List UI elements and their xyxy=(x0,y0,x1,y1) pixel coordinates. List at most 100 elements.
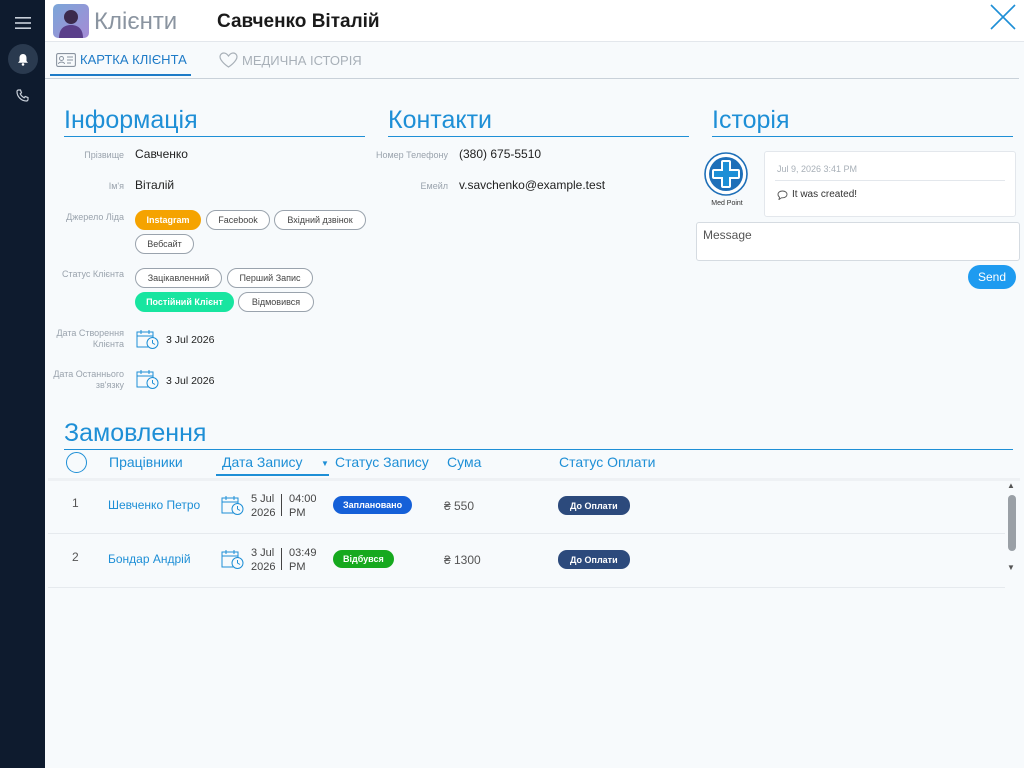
send-button[interactable]: Send xyxy=(968,265,1016,289)
page-title: Клієнти xyxy=(94,8,178,35)
row-worker-link[interactable]: Шевченко Петро xyxy=(108,498,200,512)
lead-source-chip-instagram[interactable]: Instagram xyxy=(135,210,201,230)
row-worker-link[interactable]: Бондар Андрій xyxy=(108,552,191,566)
lead-source-label: Джерело Ліда xyxy=(66,212,124,222)
row-time-value: 03:49 xyxy=(289,547,317,559)
notifications-button[interactable] xyxy=(0,42,45,76)
email-label: Емейл xyxy=(420,181,448,191)
row-date-year: 2026 xyxy=(251,561,276,573)
phone-icon xyxy=(16,88,29,102)
calendar-clock-icon xyxy=(136,370,159,389)
email-value: v.savchenko@example.test xyxy=(459,178,606,192)
column-header-payment-status[interactable]: Статус Оплати xyxy=(559,454,656,470)
calls-button[interactable] xyxy=(0,78,45,112)
divider xyxy=(281,548,282,570)
row-date: 5 Jul 2026 xyxy=(251,492,275,520)
tab-bar: КАРТКА КЛІЄНТА МЕДИЧНА ІСТОРІЯ xyxy=(45,42,1019,79)
payment-status-badge: До Оплати xyxy=(558,496,630,515)
tab-medical-history[interactable]: МЕДИЧНА ІСТОРІЯ xyxy=(219,52,362,68)
menu-button[interactable] xyxy=(0,6,45,40)
column-header-workers[interactable]: Працівники xyxy=(109,454,183,470)
row-time: 04:00 PM xyxy=(289,492,317,520)
sort-desc-icon: ▼ xyxy=(321,459,329,468)
row-time-ampm: PM xyxy=(289,507,306,519)
info-section-title: Інформація xyxy=(64,106,365,137)
table-row[interactable]: 2 Бондар Андрій 3 Jul 2026 03:49 PM Відб… xyxy=(48,535,1005,588)
divider xyxy=(281,494,282,516)
surname-label: Прізвище xyxy=(84,150,124,160)
contacts-section-title: Контакти xyxy=(388,106,689,137)
hamburger-icon xyxy=(14,17,31,29)
client-status-label: Статус Клієнта xyxy=(61,269,124,279)
client-name: Савченко Віталій xyxy=(217,11,380,32)
created-date-label: Дата Створення Клієнта xyxy=(46,328,124,350)
divider xyxy=(775,180,1005,181)
column-header-status[interactable]: Статус Запису xyxy=(335,454,429,470)
row-time-ampm: PM xyxy=(289,561,306,573)
created-date-label-line-1: Дата Створення xyxy=(56,328,124,338)
row-date-day: 3 Jul xyxy=(251,547,275,559)
row-time-value: 04:00 xyxy=(289,493,317,505)
tab-medical-history-label: МЕДИЧНА ІСТОРІЯ xyxy=(242,52,362,68)
avatar xyxy=(53,4,89,38)
phone-value: (380) 675-5510 xyxy=(459,147,542,161)
row-number: 2 xyxy=(72,550,79,564)
last-contact-date-label-line-1: Дата Останнього xyxy=(53,369,124,379)
close-button[interactable] xyxy=(988,2,1022,36)
calendar-clock-icon xyxy=(221,550,244,569)
last-contact-date-value: 3 Jul 2026 xyxy=(166,375,215,387)
row-sum: ₴ 1300 xyxy=(444,553,481,567)
left-rail xyxy=(0,0,45,768)
status-badge: Заплановано xyxy=(333,496,413,514)
lead-source-chip-website[interactable]: Вебсайт xyxy=(135,234,194,254)
heart-icon xyxy=(219,52,238,68)
calendar-clock-icon xyxy=(221,496,244,515)
client-status-chip-refused[interactable]: Відмовився xyxy=(238,292,314,312)
created-date-value: 3 Jul 2026 xyxy=(166,334,215,346)
column-header-date[interactable]: Дата Запису xyxy=(216,454,329,476)
row-date-year: 2026 xyxy=(251,507,276,519)
row-number: 1 xyxy=(72,496,79,510)
scroll-down-arrow[interactable]: ▼ xyxy=(1007,563,1015,572)
user-avatar-icon xyxy=(59,10,83,38)
header: Клієнти Савченко Віталій xyxy=(45,0,1024,42)
history-entry-date: Jul 9, 2026 3:41 PM xyxy=(777,164,858,174)
row-date-day: 5 Jul xyxy=(251,493,275,505)
history-entry-message: It was created! xyxy=(777,189,857,200)
client-status-chip-regular[interactable]: Постійний Клієнт xyxy=(135,292,234,312)
history-logo-caption: Med Point xyxy=(711,200,743,207)
scrollbar-thumb[interactable] xyxy=(1008,495,1016,551)
notifications-badge xyxy=(7,44,38,74)
lead-source-chip-facebook[interactable]: Facebook xyxy=(206,210,270,230)
table-row[interactable]: 1 Шевченко Петро 5 Jul 2026 04:00 PM Зап… xyxy=(48,481,1005,534)
name-label: Ім'я xyxy=(108,181,124,191)
row-date: 3 Jul 2026 xyxy=(251,546,275,574)
tab-client-card[interactable]: КАРТКА КЛІЄНТА xyxy=(50,52,191,76)
status-badge: Відбувся xyxy=(333,550,394,568)
payment-status-badge: До Оплати xyxy=(558,550,630,569)
client-status-chip-first-visit[interactable]: Перший Запис xyxy=(227,268,313,288)
medical-cross-logo xyxy=(704,152,748,196)
last-contact-date-label: Дата Останнього зв'язку xyxy=(46,369,124,391)
bell-icon xyxy=(17,53,28,66)
lead-source-chip-incoming-call[interactable]: Вхідний дзвінок xyxy=(274,210,366,230)
tab-client-card-label: КАРТКА КЛІЄНТА xyxy=(80,52,187,67)
row-time: 03:49 PM xyxy=(289,546,317,574)
row-sum: ₴ 550 xyxy=(444,499,475,513)
phone-label: Номер Телефону xyxy=(375,150,448,160)
comment-icon xyxy=(777,190,788,200)
column-header-sum[interactable]: Сума xyxy=(447,454,481,470)
surname-value: Савченко xyxy=(135,147,188,161)
history-entry-text: It was created! xyxy=(792,189,858,200)
message-input[interactable] xyxy=(696,222,1020,261)
close-icon xyxy=(990,4,1016,30)
calendar-clock-icon xyxy=(136,330,159,349)
id-card-icon xyxy=(56,52,76,67)
scroll-up-arrow[interactable]: ▲ xyxy=(1007,481,1015,490)
name-value: Віталій xyxy=(135,178,175,192)
select-all-checkbox[interactable] xyxy=(66,452,87,473)
last-contact-date-label-line-2: зв'язку xyxy=(95,380,124,390)
created-date-label-line-2: Клієнта xyxy=(92,339,124,349)
history-section-title: Історія xyxy=(712,106,1013,137)
client-status-chip-interested[interactable]: Зацікавленний xyxy=(135,268,222,288)
